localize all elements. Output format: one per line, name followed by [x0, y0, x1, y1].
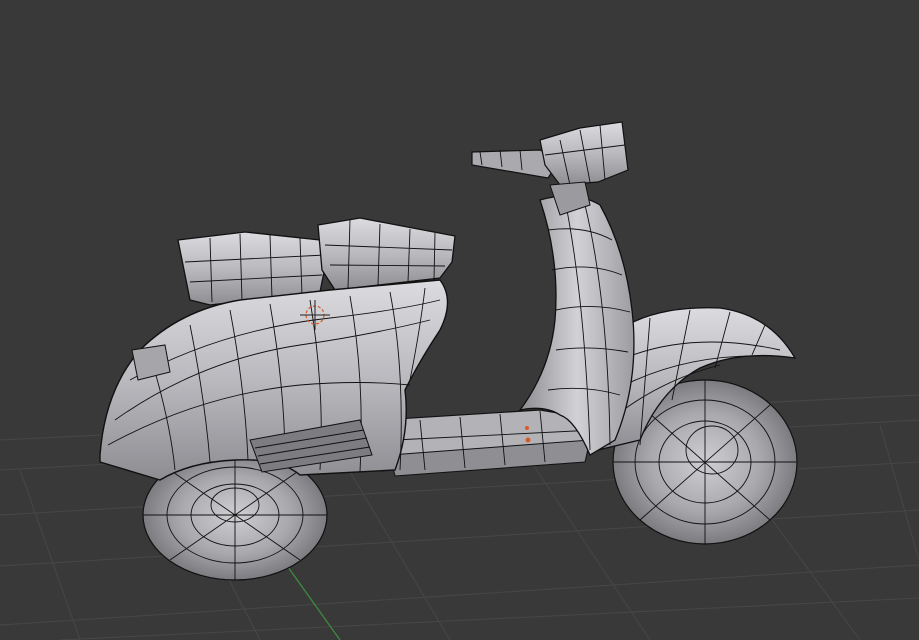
- 3d-viewport[interactable]: [0, 0, 919, 640]
- viewport-canvas[interactable]: [0, 0, 919, 640]
- vertex-marker: [525, 426, 529, 430]
- floorboard: [379, 409, 601, 477]
- rear-cowl: [99, 279, 449, 481]
- front-seat: [317, 217, 456, 291]
- vertex-marker: [525, 437, 531, 443]
